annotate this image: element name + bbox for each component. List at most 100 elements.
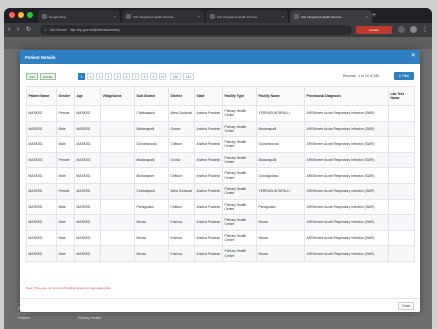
- page-button-1[interactable]: 1: [78, 73, 85, 80]
- minimize-window-icon[interactable]: [18, 12, 24, 18]
- forward-icon[interactable]: ›: [17, 25, 19, 35]
- filter-label: Filter: [402, 74, 410, 78]
- table-row: MASKED Male MASKED Mirusu Krishna Andhra Prad…: [26, 245, 415, 262]
- table-cell: Gundugolanu: [256, 167, 305, 184]
- page-button-5[interactable]: 5: [114, 73, 121, 80]
- column-header[interactable]: Gender: [56, 86, 75, 106]
- page-button-3[interactable]: 3: [96, 73, 103, 80]
- table-cell: Male: [56, 214, 75, 231]
- tab-label: CIH Integrated Health Informa...: [133, 14, 176, 19]
- tab-close-icon[interactable]: ×: [282, 14, 284, 19]
- table-cell: ARI/Severe Acute Respiratory Infection (…: [304, 245, 389, 262]
- column-header[interactable]: Patient Name: [26, 86, 57, 106]
- url-field[interactable]: ⚠ Not Secure ihip.nhp.gov.in/#/patientsu…: [40, 25, 352, 35]
- page-button-181[interactable]: 181: [183, 73, 194, 80]
- page-button-9[interactable]: 9: [150, 73, 157, 80]
- page-button-2[interactable]: 2: [87, 73, 94, 80]
- column-header[interactable]: Sub District: [134, 86, 169, 106]
- table-cell: [100, 167, 135, 184]
- table-cell: Mirusu: [134, 229, 169, 247]
- table-cell: Primary Health Centre: [222, 120, 257, 138]
- table-cell: Penagolanu: [134, 198, 169, 216]
- update-badge[interactable]: Update: [356, 26, 392, 34]
- table-cell: ARI/Severe Acute Respiratory Infection (…: [304, 182, 389, 200]
- column-header[interactable]: District: [168, 86, 195, 106]
- table-cell: MASKED: [74, 229, 101, 247]
- table-cell: Male: [56, 136, 75, 153]
- column-header[interactable]: Facility Name: [256, 86, 305, 106]
- table-cell: MASKED: [26, 245, 57, 262]
- new-tab-icon[interactable]: +: [372, 10, 376, 22]
- more-menu-icon[interactable]: ⋮: [422, 25, 428, 35]
- table-body: MASKED Female MASKED Chintalapudi West Godav…: [26, 105, 415, 262]
- tab-label: CIH Integrated Health Informa...: [217, 14, 260, 19]
- table-cell: Gurramkonda: [134, 136, 169, 153]
- tab-label: CIH Integrated Health Informa...: [301, 14, 344, 19]
- column-header[interactable]: Lab Test Name: [388, 86, 415, 106]
- table-cell: MASKED: [26, 214, 57, 231]
- filter-button[interactable]: ⚲ Filter: [394, 72, 414, 80]
- table-cell: Andhra Pradesh: [194, 198, 223, 216]
- export-csv-button[interactable]: CSV: [26, 73, 39, 80]
- table-cell: MASKED: [74, 245, 101, 262]
- table-cell: [100, 245, 135, 262]
- browser-tab[interactable]: CIH Integrated Health Informa... ×: [290, 10, 372, 23]
- extensions-icon[interactable]: [410, 26, 417, 33]
- column-header[interactable]: State: [194, 86, 223, 106]
- close-window-icon[interactable]: [9, 12, 15, 18]
- profile-icon[interactable]: [398, 26, 405, 33]
- page-button-4[interactable]: 4: [105, 73, 112, 80]
- table-cell: Mirusu: [256, 245, 305, 262]
- table-cell: Guntur: [168, 151, 195, 169]
- tab-close-icon[interactable]: ×: [366, 14, 368, 19]
- table-cell: Primary Health Centre: [222, 198, 257, 216]
- back-icon[interactable]: ‹: [8, 25, 10, 35]
- table-cell: MASKED: [26, 167, 57, 184]
- modal-title: Patient Details: [25, 54, 56, 60]
- table-cell: ARI/Severe Acute Respiratory Infection (…: [304, 136, 389, 153]
- reload-icon[interactable]: ↻: [26, 25, 31, 35]
- column-header[interactable]: Village/Area: [100, 86, 135, 106]
- table-cell: Chittoor: [168, 198, 195, 216]
- table-row: MASKED Male MASKED Mohanaram Chittoor Andhra …: [26, 167, 415, 184]
- maximize-window-icon[interactable]: [27, 12, 33, 18]
- table-row: MASKED Male MASKED Gurramkonda Chittoor Andhr…: [26, 136, 415, 153]
- table-cell: [388, 229, 415, 247]
- page-button-7[interactable]: 7: [132, 73, 139, 80]
- table-cell: [100, 151, 135, 169]
- table-cell: [388, 151, 415, 169]
- table-cell: MASKED: [74, 120, 101, 138]
- column-header[interactable]: Facility Type: [222, 86, 257, 106]
- tab-close-icon[interactable]: ×: [198, 14, 200, 19]
- table-cell: [100, 198, 135, 216]
- table-cell: Mohanaram: [134, 167, 169, 184]
- table-row: MASKED Female MASKED Madanapalli Guntur Andhr…: [26, 151, 415, 169]
- page-button-6[interactable]: 6: [123, 73, 130, 80]
- table-cell: Male: [56, 167, 75, 184]
- page-button-10[interactable]: 10: [159, 73, 166, 80]
- column-header[interactable]: Provisional Diagnosis: [304, 86, 389, 106]
- browser-tab[interactable]: CIH Integrated Health Informa... ×: [122, 10, 204, 23]
- table-cell: [388, 198, 415, 216]
- table-row: MASKED Male MASKED Mirusu Krishna Andhra Prad…: [26, 229, 415, 247]
- page-button-180[interactable]: 180: [170, 73, 181, 80]
- table-cell: MASKED: [26, 105, 57, 122]
- table-cell: Gurramkonda: [256, 136, 305, 153]
- table-header-row: Patient Name Gender Age Village/Area Sub Dis…: [26, 86, 415, 106]
- page-button-8[interactable]: 8: [141, 73, 148, 80]
- table-cell: MASKED: [26, 151, 57, 169]
- column-header[interactable]: Age: [74, 86, 101, 106]
- table-cell: Primary Health Centre: [222, 151, 257, 169]
- browser-tab[interactable]: Google Meet ×: [38, 10, 120, 23]
- browser-tab[interactable]: CIH Integrated Health Informa... ×: [206, 10, 288, 23]
- table-cell: Primary Health Centre: [222, 105, 257, 122]
- close-button[interactable]: Close: [398, 302, 414, 310]
- background-header: [4, 37, 432, 49]
- tab-close-icon[interactable]: ×: [114, 14, 116, 19]
- tab-favicon-icon: [210, 14, 215, 19]
- modal-close-icon[interactable]: ×: [411, 53, 415, 60]
- table-cell: Andhra Pradesh: [194, 167, 223, 184]
- export-excel-button[interactable]: EXCEL: [40, 73, 57, 80]
- records-count: Records : 1 to 10 of 180: [343, 74, 380, 78]
- table-cell: [100, 120, 135, 138]
